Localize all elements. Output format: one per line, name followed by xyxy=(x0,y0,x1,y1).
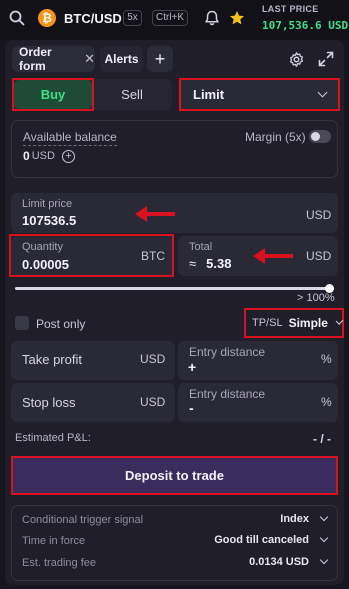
bell-icon[interactable] xyxy=(205,10,219,26)
stop-loss-distance-label: Entry distance xyxy=(189,387,266,401)
total-unit: USD xyxy=(306,249,332,263)
add-tab-button[interactable]: + xyxy=(147,46,173,72)
order-type-value: Limit xyxy=(193,87,225,102)
pnl-label: Estimated P&L: xyxy=(15,432,91,444)
tpsl-value: Simple xyxy=(288,316,328,330)
trading-fee-label: Est. trading fee xyxy=(22,557,96,569)
post-only-checkbox[interactable] xyxy=(15,316,29,330)
btc-logo-icon: ₿ xyxy=(38,9,56,27)
trigger-signal-label: Conditional trigger signal xyxy=(22,514,144,526)
limit-price-label: Limit price xyxy=(22,198,73,210)
gear-icon[interactable] xyxy=(288,51,305,68)
quantity-label: Quantity xyxy=(22,241,63,253)
balance-amount: 0 USD + xyxy=(23,149,75,163)
stop-loss-distance-unit: % xyxy=(321,395,332,409)
take-profit-distance-unit: % xyxy=(321,352,332,366)
chevron-down-icon xyxy=(319,512,329,522)
close-icon[interactable]: ✕ xyxy=(84,51,95,67)
tpsl-select[interactable]: TP/SL Simple xyxy=(244,308,344,338)
leverage-badge: 5x xyxy=(123,10,142,26)
take-profit-distance-label: Entry distance xyxy=(189,345,266,359)
total-approx: ≈ xyxy=(189,256,197,271)
trading-fee-select[interactable]: 0.0134 USD xyxy=(249,555,329,568)
star-icon[interactable] xyxy=(229,10,245,26)
stop-loss-distance-sign: - xyxy=(189,400,194,416)
sell-label: Sell xyxy=(121,87,143,102)
deposit-button-label: Deposit to trade xyxy=(125,468,224,483)
size-slider[interactable] xyxy=(15,284,334,294)
take-profit-distance-sign: + xyxy=(188,359,197,375)
tab-alerts[interactable]: Alerts xyxy=(100,46,143,72)
quantity-unit: BTC xyxy=(141,249,165,263)
tab-alerts-label: Alerts xyxy=(104,52,139,66)
chevron-down-icon xyxy=(319,555,329,565)
available-balance-label: Available balance xyxy=(23,130,117,146)
time-in-force-label: Time in force xyxy=(22,535,86,547)
trading-fee-value: 0.0134 USD xyxy=(249,556,309,568)
tab-order-form[interactable]: Order form ✕ xyxy=(12,45,95,73)
annotation-arrow-total xyxy=(253,248,293,264)
balance-currency: USD xyxy=(31,150,55,162)
trigger-signal-select[interactable]: Index xyxy=(280,512,329,525)
last-price-value: 107,536.6 USD xyxy=(262,19,349,32)
margin-toggle-knob xyxy=(311,132,320,141)
buy-highlight xyxy=(12,78,94,111)
chevron-down-icon xyxy=(317,87,328,98)
search-icon[interactable] xyxy=(9,10,25,26)
slider-fill xyxy=(15,287,334,290)
sell-button[interactable]: Sell xyxy=(94,80,170,109)
total-amount: ≈ 5.38 xyxy=(189,256,231,271)
plus-icon: + xyxy=(154,48,166,69)
expand-icon[interactable] xyxy=(318,51,334,67)
time-in-force-select[interactable]: Good till canceled xyxy=(214,533,329,546)
pair-name[interactable]: BTC/USD xyxy=(64,11,122,26)
total-label: Total xyxy=(189,241,213,253)
total-value[interactable]: 5.38 xyxy=(206,256,231,271)
limit-price-unit: USD xyxy=(306,208,332,222)
time-in-force-value: Good till canceled xyxy=(214,534,309,546)
deposit-button[interactable]: Deposit to trade xyxy=(11,456,338,495)
margin-toggle[interactable] xyxy=(309,130,331,143)
margin-label: Margin (5x) xyxy=(245,130,306,144)
take-profit-unit: USD xyxy=(140,352,166,366)
slider-percent: > 100% xyxy=(297,292,335,304)
pnl-value: - / - xyxy=(313,432,331,446)
top-bar: ₿ BTC/USD 5x Ctrl+K LAST PRICE 107,536.6… xyxy=(0,0,349,40)
shortcut-badge: Ctrl+K xyxy=(152,10,188,26)
stop-loss-label: Stop loss xyxy=(22,395,76,410)
tab-order-form-label: Order form xyxy=(19,45,52,73)
take-profit-label: Take profit xyxy=(22,352,82,367)
quantity-value[interactable]: 0.00005 xyxy=(22,257,69,272)
chevron-down-icon xyxy=(335,317,344,325)
add-funds-icon[interactable]: + xyxy=(61,149,75,163)
annotation-arrow-price xyxy=(135,206,175,222)
order-type-select[interactable]: Limit xyxy=(179,78,340,111)
trigger-signal-value: Index xyxy=(280,513,309,525)
tpsl-label: TP/SL xyxy=(252,317,283,329)
balance-value: 0 xyxy=(23,149,30,163)
limit-price-value[interactable]: 107536.5 xyxy=(22,213,76,228)
post-only-label: Post only xyxy=(36,317,86,331)
chevron-down-icon xyxy=(319,533,329,543)
stop-loss-unit: USD xyxy=(140,395,166,409)
last-price-label: LAST PRICE xyxy=(262,4,319,14)
